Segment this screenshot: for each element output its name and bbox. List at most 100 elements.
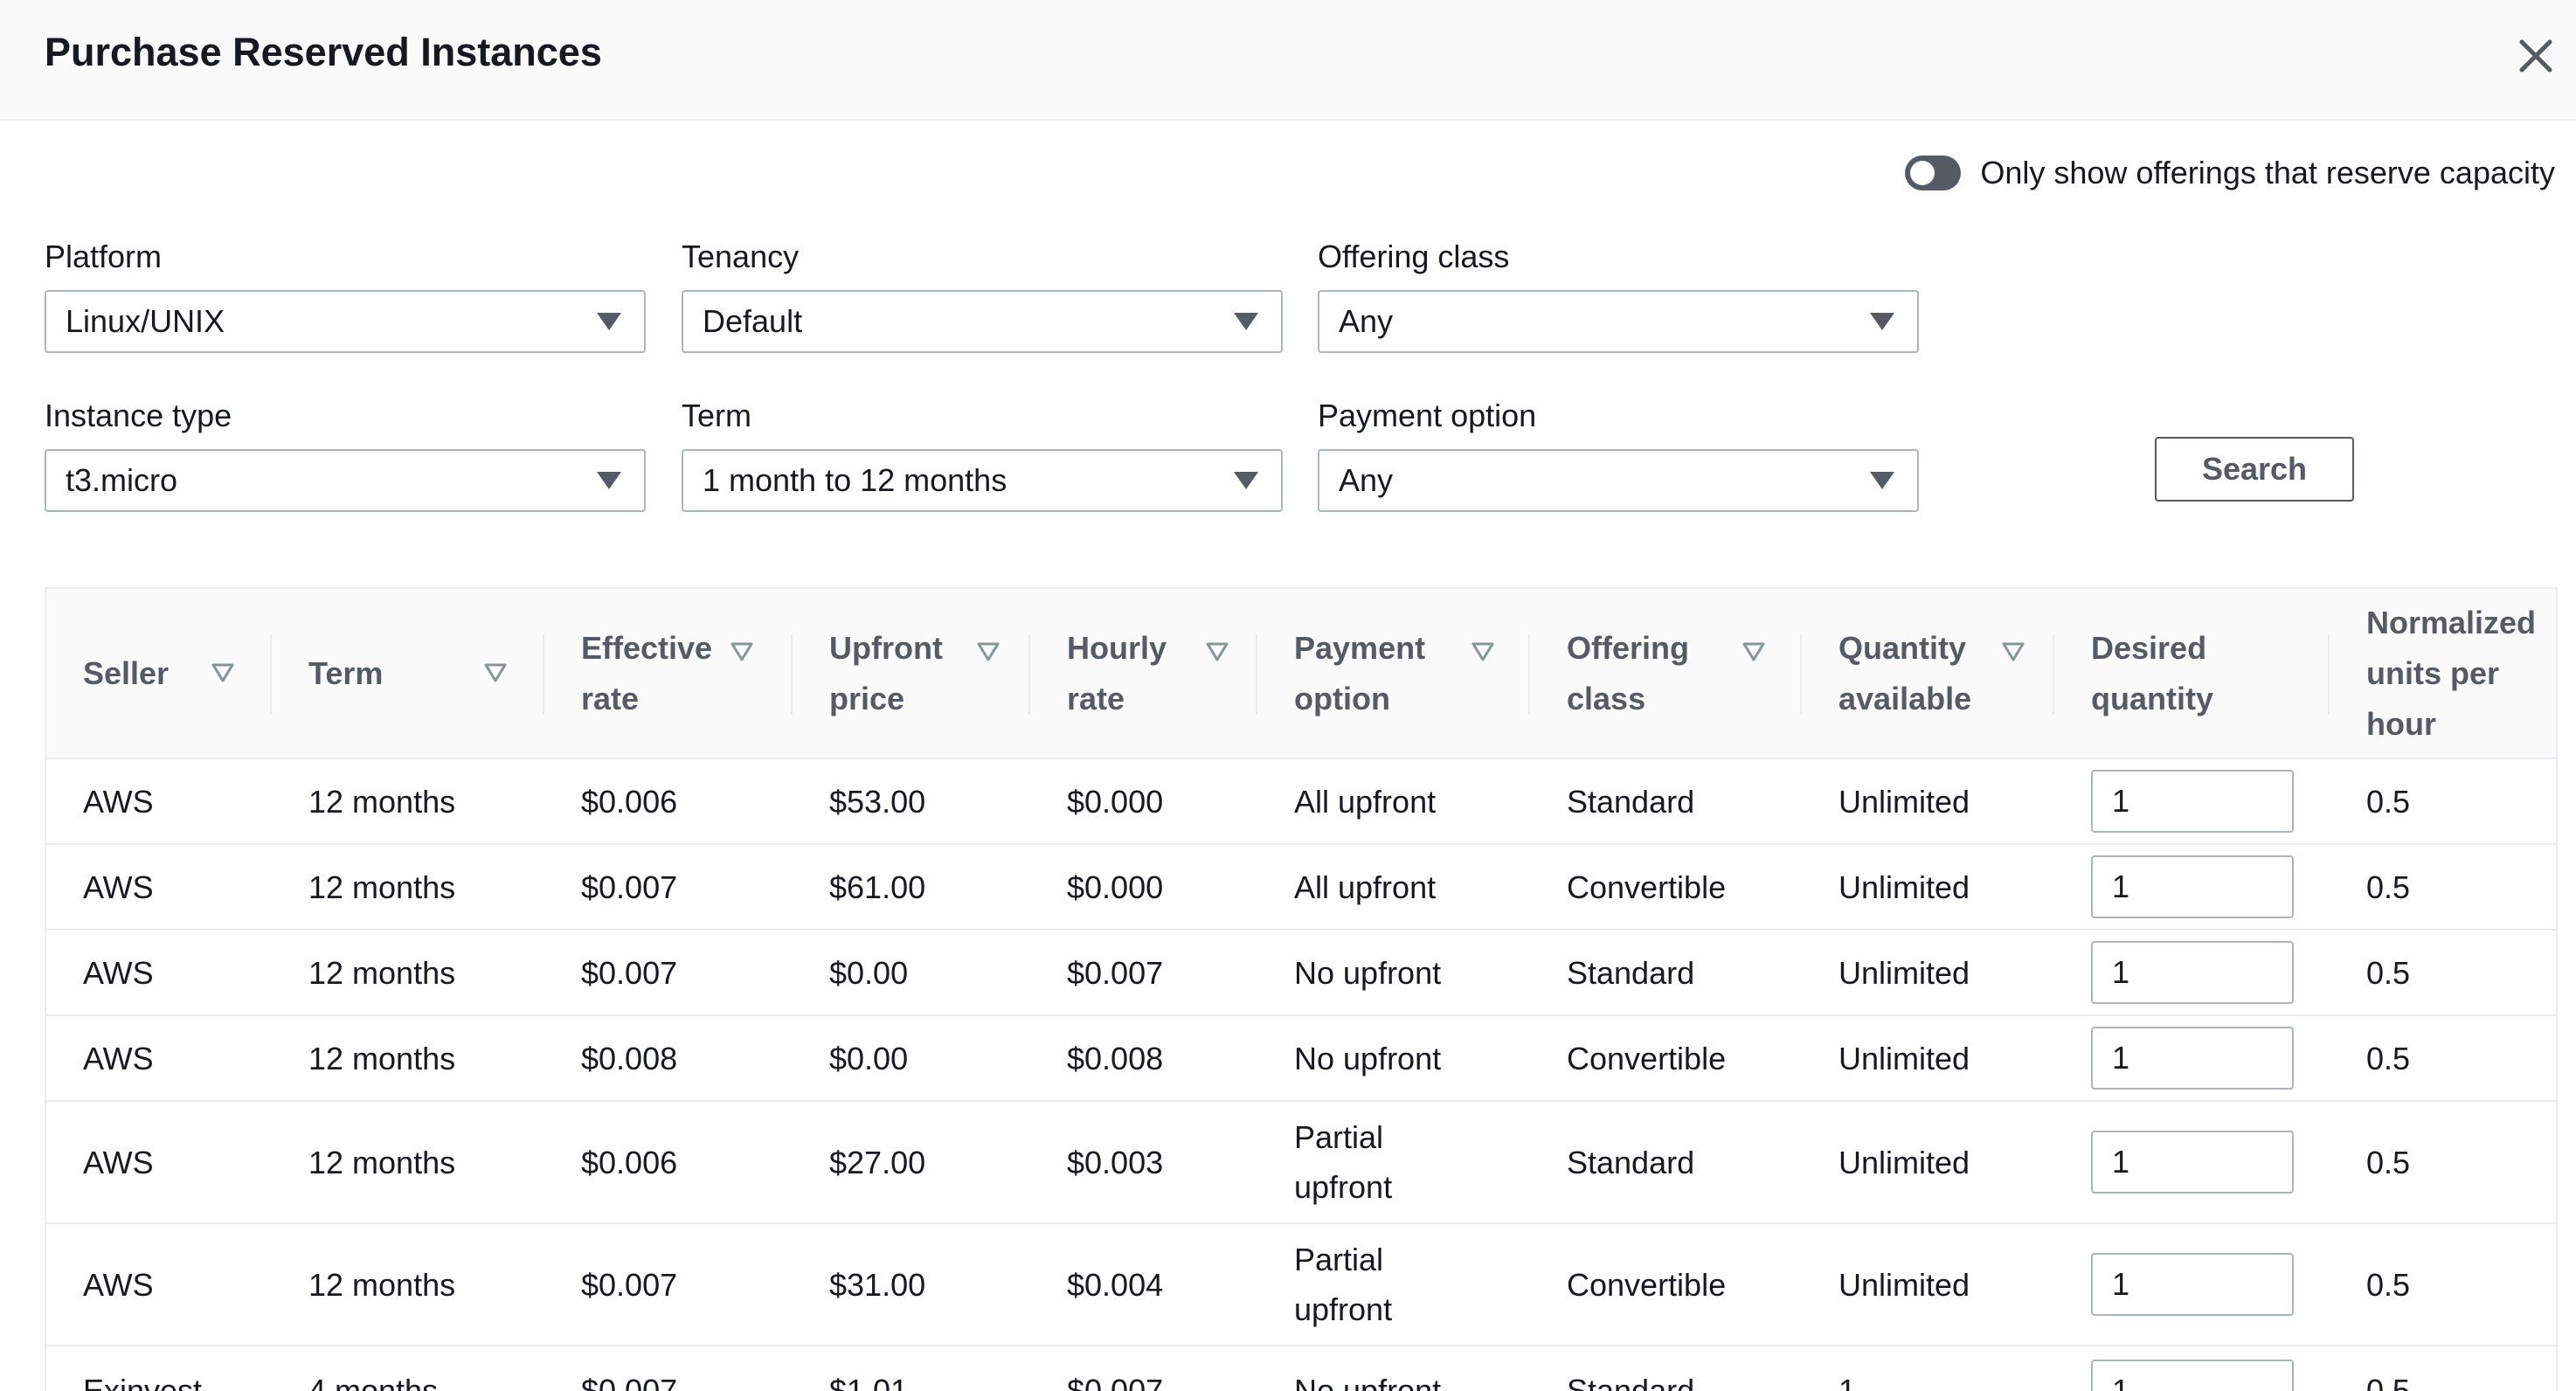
cell-payment-option: All upfront	[1257, 758, 1530, 844]
sort-icon[interactable]	[2001, 640, 2025, 664]
sort-icon[interactable]	[483, 661, 508, 685]
platform-value: Linux/UNIX	[66, 303, 225, 339]
col-header-label: rate	[581, 680, 640, 716]
term-value: 1 month to 12 months	[703, 462, 1008, 498]
sort-icon[interactable]	[976, 640, 1001, 664]
cell-term: 12 months	[308, 869, 456, 905]
col-header-desired-quantity: Desired quantity	[2054, 589, 2330, 758]
table-row[interactable]: Exinvest 4 months $0.007 $1.01 $0.007 No…	[46, 1346, 2556, 1391]
instance-type-field: Instance type t3.micro	[45, 397, 646, 512]
cell-payment-option: No upfront	[1257, 930, 1530, 1015]
tenancy-select[interactable]: Default	[682, 290, 1283, 353]
sort-icon[interactable]	[1742, 640, 1766, 664]
col-header-hourly-rate[interactable]: Hourly rate	[1030, 589, 1257, 758]
desired-quantity-input[interactable]	[2091, 770, 2294, 833]
term-select[interactable]: 1 month to 12 months	[682, 449, 1283, 512]
col-header-quantity-available[interactable]: Quantity available	[1802, 589, 2054, 758]
col-header-offering-class[interactable]: Offering class	[1530, 589, 1802, 758]
table-row[interactable]: AWS 12 months $0.007 $61.00 $0.000 All u…	[46, 844, 2556, 930]
payment-text: Partial	[1294, 1119, 1384, 1155]
col-header-label: option	[1294, 680, 1390, 716]
cell-desired-quantity	[2054, 1015, 2330, 1101]
dialog-header: Purchase Reserved Instances	[0, 0, 2576, 121]
payment-text: upfront	[1294, 1169, 1393, 1205]
col-header-normalized-units: Normalized units per hour	[2330, 589, 2556, 758]
table-row[interactable]: AWS 12 months $0.006 $53.00 $0.000 All u…	[46, 758, 2556, 844]
cell-offering-class: Convertible	[1567, 1266, 1727, 1303]
table-row[interactable]: AWS 12 months $0.006 $27.00 $0.003 Parti…	[46, 1101, 2556, 1223]
col-header-label: Seller	[83, 654, 170, 691]
cell-effective-rate: $0.007	[581, 1373, 678, 1391]
close-icon[interactable]	[2511, 31, 2560, 80]
col-header-payment-option[interactable]: Payment option	[1257, 589, 1530, 758]
cell-normalized-units: 0.5	[2366, 1144, 2411, 1180]
caret-down-icon	[1870, 313, 1894, 330]
sort-icon[interactable]	[730, 640, 754, 664]
cell-seller: Exinvest	[83, 1373, 203, 1391]
desired-quantity-input[interactable]	[2091, 1027, 2294, 1090]
sort-icon[interactable]	[1205, 640, 1229, 664]
cell-desired-quantity	[2054, 758, 2330, 844]
col-header-label: Payment	[1294, 629, 1426, 666]
cell-quantity-available: Unlimited	[1839, 1040, 1970, 1076]
sort-icon[interactable]	[1471, 640, 1495, 664]
cell-offering-class: Convertible	[1567, 869, 1727, 905]
sort-icon[interactable]	[211, 661, 235, 685]
cell-hourly-rate: $0.003	[1067, 1144, 1164, 1180]
col-header-label: quantity	[2091, 680, 2213, 716]
col-header-seller[interactable]: Seller	[46, 589, 272, 758]
col-header-label: Effective	[581, 629, 713, 666]
desired-quantity-input[interactable]	[2091, 855, 2294, 918]
payment-text: Partial	[1294, 1242, 1384, 1277]
cell-offering-class: Standard	[1567, 1144, 1695, 1180]
offering-class-select[interactable]: Any	[1318, 290, 1919, 353]
dialog-title: Purchase Reserved Instances	[45, 30, 602, 74]
col-header-term[interactable]: Term	[272, 589, 544, 758]
cell-upfront-price: $31.00	[829, 1266, 926, 1303]
desired-quantity-input[interactable]	[2091, 941, 2294, 1004]
cell-hourly-rate: $0.008	[1067, 1040, 1164, 1076]
cell-hourly-rate: $0.000	[1067, 869, 1164, 905]
reserve-capacity-toggle[interactable]	[1905, 156, 1962, 190]
col-header-label: Offering	[1567, 629, 1689, 666]
cell-seller: AWS	[83, 954, 154, 991]
cell-normalized-units: 0.5	[2366, 1040, 2411, 1076]
col-header-label: Upfront	[829, 629, 943, 666]
cell-payment-option: Partial upfront	[1257, 1223, 1530, 1346]
col-header-upfront-price[interactable]: Upfront price	[793, 589, 1030, 758]
payment-option-select[interactable]: Any	[1318, 449, 1919, 512]
table-row[interactable]: AWS 12 months $0.008 $0.00 $0.008 No upf…	[46, 1015, 2556, 1101]
col-header-label: available	[1839, 680, 1972, 716]
cell-normalized-units: 0.5	[2366, 783, 2411, 820]
payment-option-label: Payment option	[1318, 398, 1537, 433]
tenancy-value: Default	[703, 303, 803, 339]
cell-seller: AWS	[83, 1040, 154, 1076]
cell-desired-quantity	[2054, 930, 2330, 1015]
instance-type-select[interactable]: t3.micro	[45, 449, 646, 512]
desired-quantity-input[interactable]	[2091, 1360, 2294, 1391]
cell-seller: AWS	[83, 1144, 154, 1180]
table-row[interactable]: AWS 12 months $0.007 $31.00 $0.004 Parti…	[46, 1223, 2556, 1346]
desired-quantity-input[interactable]	[2091, 1131, 2294, 1194]
cell-term: 12 months	[308, 954, 456, 991]
col-header-effective-rate[interactable]: Effective rate	[544, 589, 793, 758]
tenancy-field: Tenancy Default	[682, 238, 1283, 353]
toggle-knob	[1910, 161, 1935, 185]
caret-down-icon	[597, 313, 621, 330]
instance-type-value: t3.micro	[66, 462, 178, 498]
table-row[interactable]: AWS 12 months $0.007 $0.00 $0.007 No upf…	[46, 930, 2556, 1015]
payment-text: No upfront	[1294, 954, 1442, 991]
cell-quantity-available: Unlimited	[1839, 954, 1970, 991]
desired-quantity-input[interactable]	[2091, 1253, 2294, 1316]
cell-term: 12 months	[308, 1266, 456, 1303]
cell-effective-rate: $0.006	[581, 783, 678, 820]
term-label: Term	[682, 398, 751, 433]
col-header-label: class	[1567, 680, 1646, 716]
cell-normalized-units: 0.5	[2366, 1266, 2411, 1303]
offering-class-field: Offering class Any	[1318, 238, 1919, 353]
cell-quantity-available: Unlimited	[1839, 1266, 1970, 1303]
cell-offering-class: Standard	[1567, 954, 1695, 991]
search-button[interactable]: Search	[2155, 437, 2354, 502]
platform-select[interactable]: Linux/UNIX	[45, 290, 646, 353]
cell-desired-quantity	[2054, 1223, 2330, 1346]
